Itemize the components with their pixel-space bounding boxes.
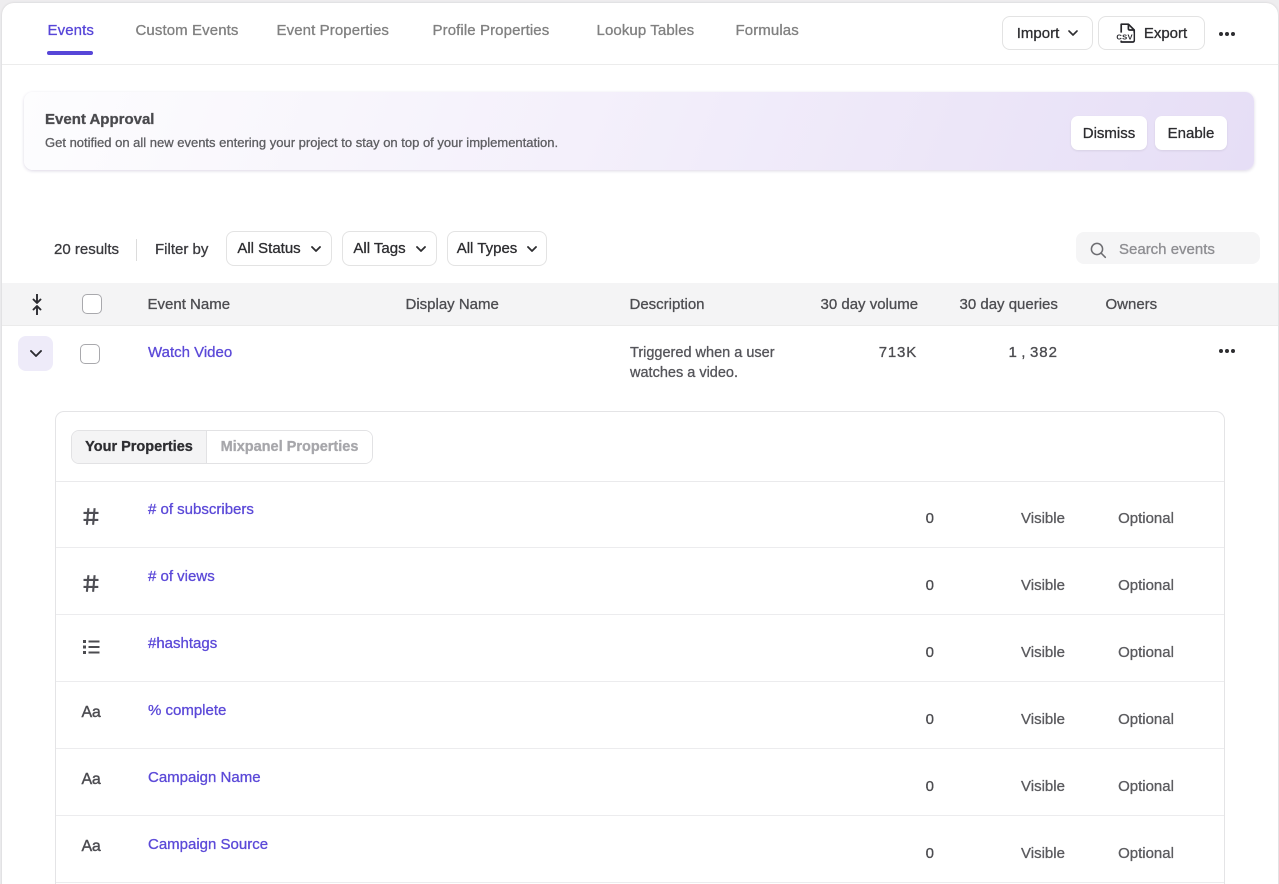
svg-text:CSV: CSV — [1116, 33, 1133, 42]
